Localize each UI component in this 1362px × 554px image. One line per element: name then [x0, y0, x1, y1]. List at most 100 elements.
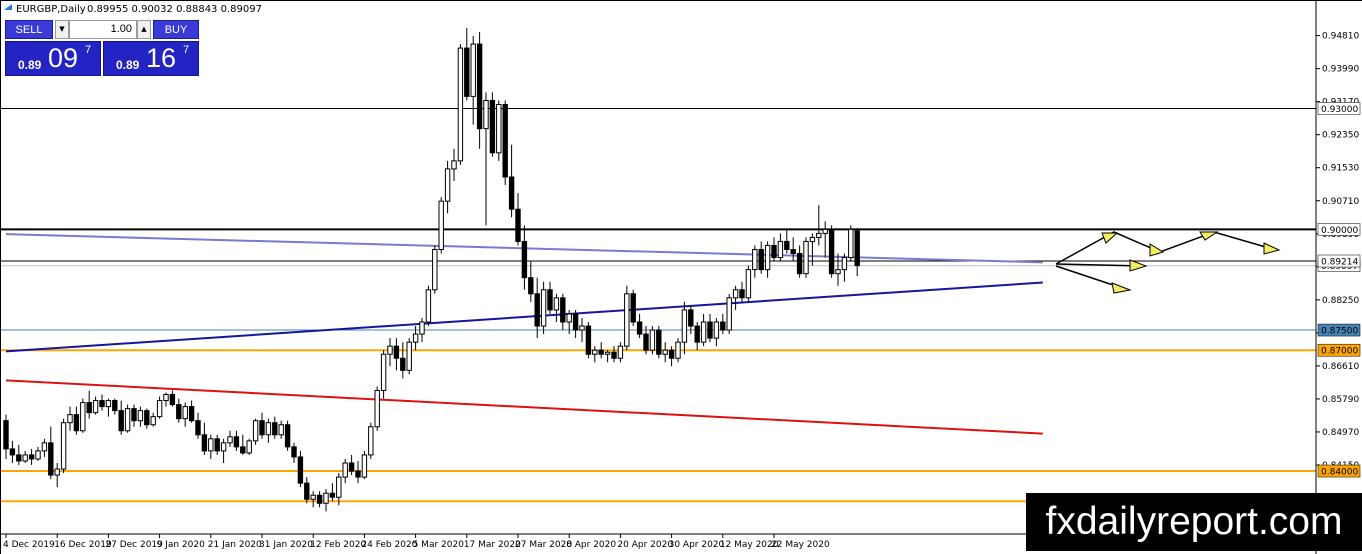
candle-body-bull — [700, 321, 707, 343]
volume-input[interactable]: 1.00 — [69, 20, 137, 39]
candle-body-bear — [195, 420, 201, 436]
candle-body-bull — [41, 442, 48, 452]
level-price-label: 0.84000 — [1321, 468, 1358, 478]
candle-body-bear — [707, 321, 713, 339]
chevron-up-icon: ▲ — [141, 25, 147, 33]
x-tick-label: 9 Jan 2020 — [157, 540, 205, 550]
buy-button[interactable]: BUY — [153, 20, 199, 39]
y-tick-label: 0.86610 — [1322, 362, 1359, 372]
candle-body-bull — [380, 353, 387, 391]
candle-body-bull — [150, 416, 156, 426]
sell-button[interactable]: SELL — [5, 20, 53, 39]
candle-body-bear — [112, 400, 118, 412]
current-price-label: 0.89214 — [1321, 258, 1358, 268]
x-tick-label: 16 Dec 2019 — [54, 540, 112, 550]
x-tick-label: 27 Dec 2019 — [105, 540, 163, 550]
candle-body-bull — [681, 309, 688, 343]
candle-body-bull — [387, 345, 393, 355]
candle-body-bull — [156, 400, 163, 418]
candle-body-bull — [604, 351, 611, 355]
candle-body-bull — [841, 257, 848, 271]
candle-body-bear — [656, 329, 662, 355]
candle — [848, 225, 854, 262]
candle-body-bull — [374, 389, 380, 428]
candle-body-bear — [348, 462, 355, 472]
x-tick-label: 4 Dec 2019 — [3, 540, 55, 550]
candle-body-bear — [771, 244, 777, 259]
candle-body-bear — [528, 277, 534, 295]
candle-body-bull — [816, 232, 822, 238]
candle-body-bull — [227, 436, 233, 444]
candle-body-bull — [675, 341, 681, 359]
candle-body-bear — [611, 351, 617, 359]
candle-body-bear — [169, 394, 176, 406]
candle-body-bull — [124, 408, 131, 432]
candle-body-bull — [22, 454, 28, 462]
ask-price-fraction: 7 — [183, 44, 190, 56]
y-tick-label: 0.93990 — [1322, 65, 1359, 75]
chart-header: EURGBP,Daily 0.89955 0.90032 0.88843 0.8… — [4, 4, 262, 15]
candle — [624, 285, 630, 351]
candle-body-bear — [176, 404, 182, 420]
candle — [252, 418, 259, 445]
candle-body-bull — [732, 289, 739, 299]
candle-body-bull — [60, 422, 67, 470]
candle — [502, 100, 508, 186]
candle — [246, 438, 252, 455]
bid-price-prefix: 0.89 — [18, 58, 42, 72]
candle-body-bull — [803, 240, 809, 275]
ask-price-prefix: 0.89 — [116, 58, 140, 72]
candle-body-bear — [393, 345, 400, 359]
candle-body-bear — [560, 297, 566, 323]
candle-body-bear — [259, 420, 265, 436]
y-tick-label: 0.88250 — [1322, 296, 1359, 306]
bid-price-pips: 09 — [48, 43, 79, 73]
candle-body-bear — [720, 321, 726, 331]
candle-body-bull — [764, 244, 771, 271]
candle-body-bear — [272, 422, 278, 436]
price-chart[interactable]: 0.948100.939900.931700.923500.915300.907… — [0, 0, 1362, 554]
candle-body-bear — [758, 248, 764, 271]
candle-body-bull — [220, 442, 227, 452]
x-tick-label: 21 Jan 2020 — [208, 540, 262, 550]
candle-body-bear — [99, 400, 105, 408]
candle-body-bear — [297, 456, 304, 484]
volume-up-button[interactable]: ▲ — [137, 20, 151, 39]
candle-body-bear — [284, 424, 291, 448]
candle-body-bear — [188, 406, 195, 422]
candle-body-bear — [643, 333, 649, 351]
ask-price-button[interactable]: 0.89 16 7 — [103, 41, 199, 76]
x-tick-label: 17 Mar 2020 — [464, 540, 521, 550]
y-tick-label: 0.84970 — [1322, 428, 1359, 438]
candle — [80, 398, 86, 433]
symbol-title: EURGBP,Daily — [16, 4, 86, 15]
candle-body-bull — [432, 248, 438, 291]
candle-body-bear — [534, 293, 540, 327]
candle-body-bull — [265, 422, 272, 436]
x-tick-label: 27 Mar 2020 — [515, 540, 572, 550]
candle-body-bull — [752, 248, 758, 271]
candle — [124, 404, 131, 433]
candle-body-bear — [790, 248, 796, 255]
candle-body-bear — [694, 325, 700, 343]
candle-body-bull — [713, 321, 720, 339]
y-tick-label: 0.94810 — [1322, 32, 1359, 42]
candle-body-bull — [163, 394, 169, 402]
candle-body-bear — [854, 230, 860, 267]
volume-down-button[interactable]: ▼ — [55, 20, 69, 39]
candle — [60, 418, 67, 474]
candle-body-bear — [508, 176, 515, 210]
level-price-label: 0.90000 — [1321, 226, 1358, 236]
y-tick-label: 0.91530 — [1322, 164, 1359, 174]
candle-body-bear — [233, 436, 240, 448]
candle-body-bull — [419, 321, 425, 335]
bid-price-button[interactable]: 0.89 09 7 — [5, 41, 101, 76]
x-tick-label: 31 Jan 2020 — [259, 540, 313, 550]
candle-body-bull — [67, 414, 73, 424]
candle-body-bull — [310, 494, 316, 500]
candle-body-bull — [412, 333, 419, 343]
trade-controls-row: SELL ▼ 1.00 ▲ BUY — [5, 20, 199, 39]
candle-body-bear — [9, 448, 16, 456]
candle-body-bear — [630, 293, 636, 323]
bid-price-fraction: 7 — [85, 44, 92, 56]
